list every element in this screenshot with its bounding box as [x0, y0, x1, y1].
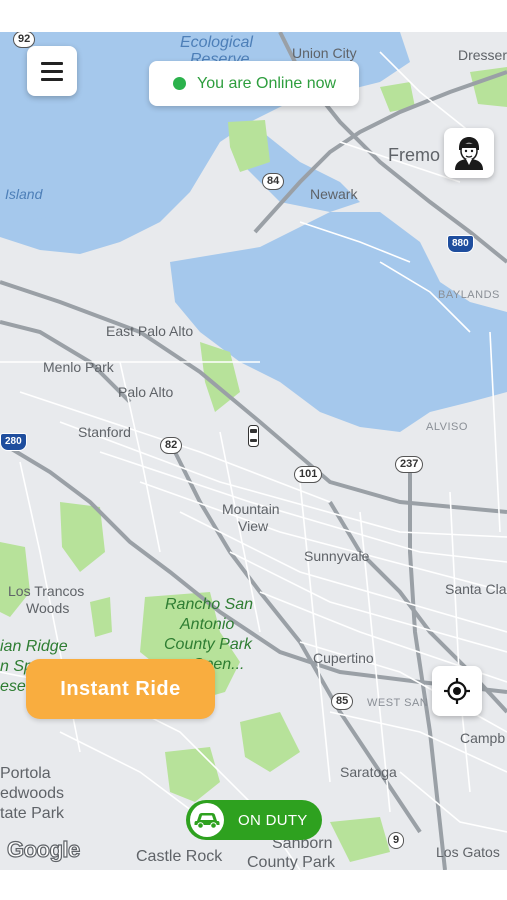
- route-shield: 82: [160, 437, 183, 454]
- map-label: ALVISO: [426, 421, 468, 433]
- route-shield: 237: [395, 456, 424, 473]
- map-label: ian Ridge: [0, 638, 68, 655]
- instant-ride-button[interactable]: Instant Ride: [26, 659, 215, 719]
- online-status-text: You are Online now: [197, 74, 337, 92]
- map-label: BAYLANDS: [438, 289, 500, 301]
- park-8: [330, 817, 390, 862]
- car-icon: [194, 813, 220, 829]
- online-status-banner: You are Online now: [149, 61, 359, 106]
- map-label: County Park: [164, 636, 253, 653]
- map-label: edwoods: [0, 785, 65, 802]
- map-label: East Palo Alto: [106, 323, 194, 339]
- map-label: Cupertino: [313, 650, 374, 666]
- map-label: Menlo Park: [43, 359, 114, 375]
- map-label: Los Trancos: [8, 583, 85, 599]
- crosshair-icon: [444, 678, 470, 704]
- map-label: Sunnyvale: [304, 548, 370, 564]
- map-label: Los Gatos: [436, 844, 500, 860]
- map-label: Newark: [310, 186, 358, 202]
- map-label: Santa Cla: [445, 581, 507, 597]
- route-shield: 880: [447, 235, 474, 253]
- map-label: Island: [5, 186, 43, 202]
- route-shield: 9: [388, 832, 405, 849]
- route-shield: 85: [331, 693, 354, 710]
- map-label: County Park: [247, 854, 336, 871]
- map-view[interactable]: Ecological Reserve Union City Dresser Fr…: [0, 32, 507, 870]
- map-label: Ecological: [180, 34, 253, 51]
- park-7: [240, 712, 300, 772]
- map-label: Woods: [26, 600, 70, 616]
- map-label: Mountain: [222, 501, 280, 517]
- map-label: Palo Alto: [118, 384, 174, 400]
- my-location-button[interactable]: [432, 666, 482, 716]
- profile-button[interactable]: [444, 128, 494, 178]
- map-label: Stanford: [78, 424, 131, 440]
- map-label: Portola: [0, 765, 51, 782]
- duty-status-label: ON DUTY: [238, 811, 308, 829]
- park-11: [90, 597, 112, 637]
- driver-avatar-icon: [455, 137, 483, 170]
- map-label: Saratoga: [340, 764, 397, 780]
- hamburger-icon-line: [41, 77, 63, 81]
- route-shield: 280: [0, 433, 27, 451]
- map-label: Castle Rock: [136, 848, 223, 865]
- map-label: Dresser: [458, 47, 507, 63]
- route-shield: 84: [262, 173, 285, 190]
- menu-button[interactable]: [27, 46, 77, 96]
- map-label: tate Park: [0, 805, 65, 822]
- duty-toggle[interactable]: ON DUTY: [186, 800, 322, 840]
- app-screen: Ecological Reserve Union City Dresser Fr…: [0, 0, 507, 900]
- google-attribution: Google: [6, 836, 80, 862]
- map-label: Fremo: [388, 145, 441, 165]
- online-indicator-icon: [173, 77, 186, 90]
- hamburger-icon-line: [41, 61, 63, 65]
- map-label: Antonio: [180, 616, 235, 633]
- map-label: ese: [0, 678, 26, 695]
- route-shield: 101: [294, 466, 323, 483]
- car-marker-icon: [248, 425, 259, 447]
- map-label: Campb: [460, 730, 506, 746]
- map-label: Rancho San: [165, 596, 254, 613]
- map-label: Union City: [292, 45, 357, 61]
- hamburger-icon-line: [41, 69, 63, 73]
- map-label: View: [238, 518, 269, 534]
- duty-toggle-knob: [190, 803, 224, 837]
- park-6: [165, 747, 220, 802]
